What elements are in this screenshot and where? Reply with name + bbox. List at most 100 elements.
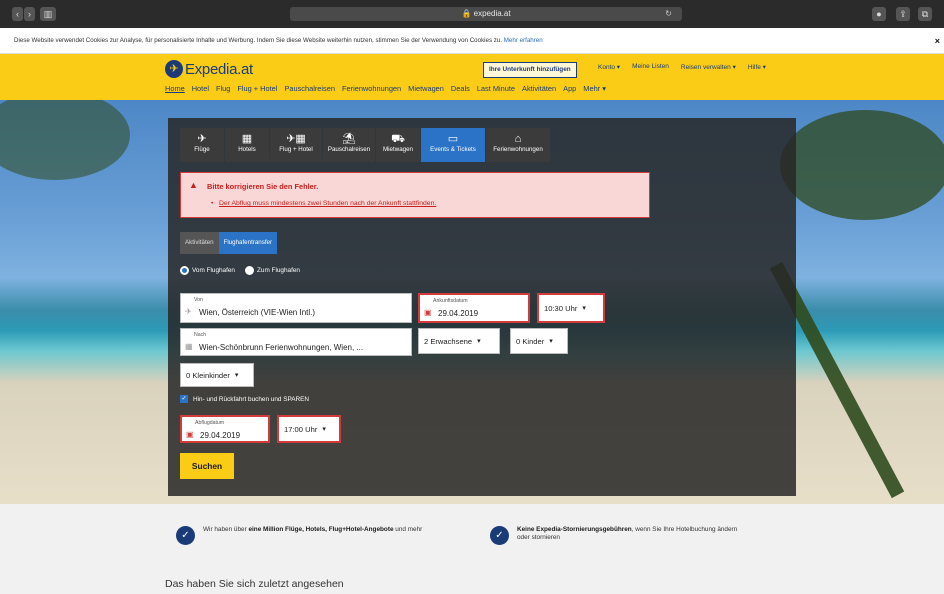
to-label: Nach — [194, 332, 207, 338]
nav-last-minute[interactable]: Last Minute — [477, 84, 515, 93]
arrival-date-label: Ankunftsdatum — [433, 298, 468, 304]
arrival-date-field[interactable]: Ankunftsdatum ▣ 29.04.2019 — [418, 293, 530, 323]
departure-date-value: 29.04.2019 — [200, 431, 241, 440]
departure-date-label: Abflugdatum — [195, 420, 225, 426]
chevron-down-icon: ▾ — [234, 372, 239, 379]
feature-text-bold: Keine Expedia-Stornierungsgebühren — [517, 526, 632, 533]
nav-more[interactable]: Mehr ▾ — [583, 84, 606, 93]
nav-app[interactable]: App — [563, 84, 576, 93]
sidebar-toggle-icon[interactable]: ▥ — [40, 7, 56, 21]
radio-from-airport[interactable]: Vom Flughafen — [180, 266, 235, 275]
help-menu[interactable]: Hilfe ▾ — [748, 63, 766, 71]
close-icon[interactable]: × — [935, 28, 940, 53]
nav-car-rental[interactable]: Mietwagen — [408, 84, 444, 93]
tab-label: Hotels — [238, 146, 256, 153]
infants-select[interactable]: 0 Kleinkinder ▾ — [180, 363, 254, 387]
check-circle-icon: ✓ — [490, 526, 509, 545]
nav-activities[interactable]: Aktivitäten — [522, 84, 556, 93]
account-links: Konto ▾ Meine Listen Reisen verwalten ▾ … — [598, 63, 766, 71]
tab-label: Mietwagen — [383, 146, 413, 153]
from-field[interactable]: Von ✈ Wien, Österreich (VIE-Wien Intl.) — [180, 293, 412, 323]
nav-home[interactable]: Home — [165, 84, 185, 93]
expedia-logo[interactable]: ✈ Expedia.at — [165, 59, 253, 79]
error-title: Bitte korrigieren Sie den Fehler. — [207, 182, 319, 191]
radio-button[interactable] — [180, 266, 189, 275]
tab-car-rental[interactable]: ⛟ Mietwagen — [376, 128, 420, 162]
check-circle-icon: ✓ — [176, 526, 195, 545]
search-panel: ✈ Flüge ▦ Hotels ✈▦ Flug + Hotel ⛱ Pauschalr… — [168, 118, 796, 496]
radio-label: Vom Flughafen — [192, 267, 235, 275]
tab-flights[interactable]: ✈ Flüge — [180, 128, 224, 162]
tab-label: Flug + Hotel — [279, 146, 313, 153]
tab-label: Flüge — [194, 146, 210, 153]
roundtrip-label: Hin- und Rückfahrt buchen und SPAREN — [193, 395, 310, 403]
roundtrip-checkbox[interactable]: ✓ Hin- und Rückfahrt buchen und SPAREN — [180, 395, 309, 403]
flight-hotel-icon: ✈▦ — [286, 133, 306, 145]
feature-text-end: und mehr — [393, 526, 423, 533]
adults-value: 2 Erwachsene — [424, 336, 473, 346]
tab-vacation-rentals[interactable]: ⌂ Ferienwohnungen — [486, 128, 550, 162]
main-nav: Home Hotel Flug Flug + Hotel Pauschalrei… — [165, 84, 606, 93]
departure-time-select[interactable]: 17:00 Uhr ▾ — [277, 415, 341, 443]
tab-hotels[interactable]: ▦ Hotels — [225, 128, 269, 162]
feature-text-bold: eine Million Flüge, Hotels, Flug+Hotel-A… — [248, 526, 394, 533]
bullet-icon: • — [211, 200, 214, 207]
search-tabs: ✈ Flüge ▦ Hotels ✈▦ Flug + Hotel ⛱ Pauschalr… — [180, 128, 550, 162]
nav-vacation-rentals[interactable]: Ferienwohnungen — [342, 84, 401, 93]
checkmark-icon[interactable]: ✓ — [180, 395, 188, 403]
nav-flight-hotel[interactable]: Flug + Hotel — [237, 84, 277, 93]
arrival-time-select[interactable]: 10:30 Uhr ▾ — [537, 293, 605, 323]
tab-flight-hotel[interactable]: ✈▦ Flug + Hotel — [270, 128, 322, 162]
children-select[interactable]: 0 Kinder ▾ — [510, 328, 568, 354]
cookie-text: Diese Website verwendet Cookies zur Anal… — [14, 37, 503, 44]
chevron-down-icon: ▾ — [322, 426, 326, 433]
browser-toolbar: ‹ › ▥ 🔒 expedia.at ↻ ● ⇪ ⧉ — [0, 0, 944, 28]
palm-fronds-left — [0, 100, 130, 180]
tab-packages[interactable]: ⛱ Pauschalreisen — [323, 128, 375, 162]
radio-button[interactable] — [245, 266, 254, 275]
plane-icon: ✈ — [185, 307, 192, 316]
tab-events-tickets[interactable]: ▭ Events & Tickets — [421, 128, 485, 162]
site-header: ✈ Expedia.at Ihre Unterkunft hinzufügen … — [0, 54, 944, 100]
tab-label: Pauschalreisen — [327, 146, 371, 153]
nav-packages[interactable]: Pauschalreisen — [284, 84, 335, 93]
account-menu[interactable]: Konto ▾ — [598, 63, 620, 71]
feature-text: Wir haben über eine Million Flüge, Hotel… — [203, 526, 422, 545]
address-bar[interactable]: 🔒 expedia.at ↻ — [290, 7, 682, 21]
share-icon[interactable]: ⇪ — [896, 7, 910, 21]
departure-date-field[interactable]: Abflugdatum ▣ 29.04.2019 — [180, 415, 270, 443]
error-message-link[interactable]: Der Abflug muss mindestens zwei Stunden … — [219, 200, 436, 207]
nav-flight[interactable]: Flug — [216, 84, 230, 93]
from-value: Wien, Österreich (VIE-Wien Intl.) — [199, 308, 316, 317]
chevron-down-icon: ▾ — [582, 305, 586, 312]
nav-deals[interactable]: Deals — [451, 84, 470, 93]
manage-trips-menu[interactable]: Reisen verwalten ▾ — [681, 63, 736, 71]
building-icon: ▦ — [185, 342, 193, 351]
brand-name: Expedia.at — [185, 60, 253, 78]
transfer-direction: Vom Flughafen Zum Flughafen — [180, 266, 300, 275]
ticket-icon: ▭ — [447, 133, 459, 145]
feature-text-start: Wir haben über — [203, 526, 249, 533]
feature-text: Keine Expedia-Stornierungsgebühren, wenn… — [517, 526, 750, 545]
back-button[interactable]: ‹ — [12, 7, 23, 21]
adults-select[interactable]: 2 Erwachsene ▾ — [418, 328, 500, 354]
to-field[interactable]: Nach ▦ Wien-Schönbrunn Ferienwohnungen, … — [180, 328, 412, 356]
chevron-down-icon: ▾ — [549, 338, 553, 345]
radio-to-airport[interactable]: Zum Flughafen — [245, 266, 300, 275]
nav-hotel[interactable]: Hotel — [192, 84, 209, 93]
tabs-icon[interactable]: ⧉ — [918, 7, 932, 21]
my-lists-link[interactable]: Meine Listen — [632, 63, 669, 71]
reload-icon[interactable]: ↻ — [665, 7, 672, 21]
to-value: Wien-Schönbrunn Ferienwohnungen, Wien, .… — [199, 343, 364, 352]
info-section: ✓ Wir haben über eine Million Flüge, Hot… — [0, 504, 944, 594]
error-alert: ▲ Bitte korrigieren Sie den Fehler. • De… — [180, 172, 650, 218]
cookie-more-link[interactable]: Mehr erfahren — [504, 37, 543, 44]
download-icon[interactable]: ● — [872, 7, 886, 21]
search-button[interactable]: Suchen — [180, 453, 234, 479]
arrival-date-value: 29.04.2019 — [438, 309, 479, 318]
departure-time-value: 17:00 Uhr — [284, 424, 318, 434]
subtab-airport-transfer[interactable]: Flughafentransfer — [218, 232, 278, 254]
forward-button[interactable]: › — [24, 7, 35, 21]
add-property-button[interactable]: Ihre Unterkunft hinzufügen — [483, 62, 577, 78]
subtab-activities[interactable]: Aktivitäten — [180, 232, 219, 254]
